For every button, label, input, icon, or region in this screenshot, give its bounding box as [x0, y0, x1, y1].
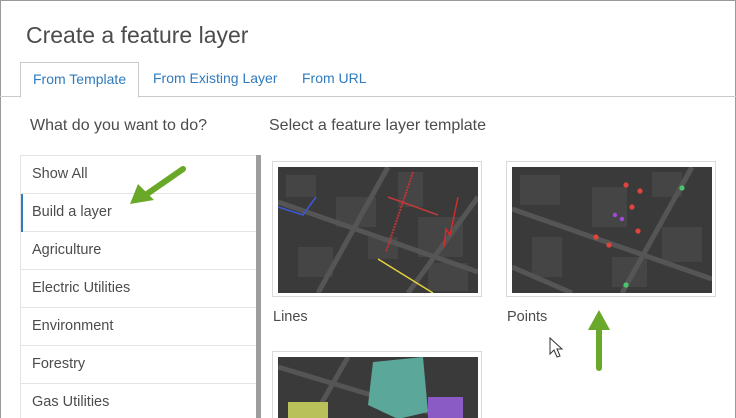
dialog-title: Create a feature layer	[26, 22, 249, 48]
polygons-template-thumbnail-icon	[278, 357, 478, 418]
category-gas-utilities[interactable]: Gas Utilities	[21, 384, 256, 418]
points-template-thumbnail-icon	[512, 167, 712, 293]
template-card-lines[interactable]	[272, 161, 482, 297]
lines-template-thumbnail-icon	[278, 167, 478, 293]
template-label-points: Points	[507, 309, 548, 325]
category-electric-utilities[interactable]: Electric Utilities	[21, 270, 256, 308]
annotation-arrow-left-icon	[130, 166, 186, 204]
category-scrollbar[interactable]	[256, 155, 261, 418]
category-environment[interactable]: Environment	[21, 308, 256, 346]
template-card-polygons[interactable]	[272, 351, 482, 418]
annotation-arrow-up-icon	[588, 310, 610, 371]
category-forestry[interactable]: Forestry	[21, 346, 256, 384]
template-label-lines: Lines	[273, 309, 308, 325]
tab-bar: From Template From Existing Layer From U…	[0, 62, 736, 98]
template-card-points[interactable]	[506, 161, 716, 297]
mouse-cursor-icon	[549, 337, 564, 358]
tab-from-url[interactable]: From URL	[290, 62, 379, 97]
category-agriculture[interactable]: Agriculture	[21, 232, 256, 270]
tab-from-existing-layer[interactable]: From Existing Layer	[141, 62, 289, 97]
tab-from-template[interactable]: From Template	[20, 62, 140, 98]
main-heading: Select a feature layer template	[269, 117, 487, 134]
sidebar-heading: What do you want to do?	[30, 117, 207, 134]
